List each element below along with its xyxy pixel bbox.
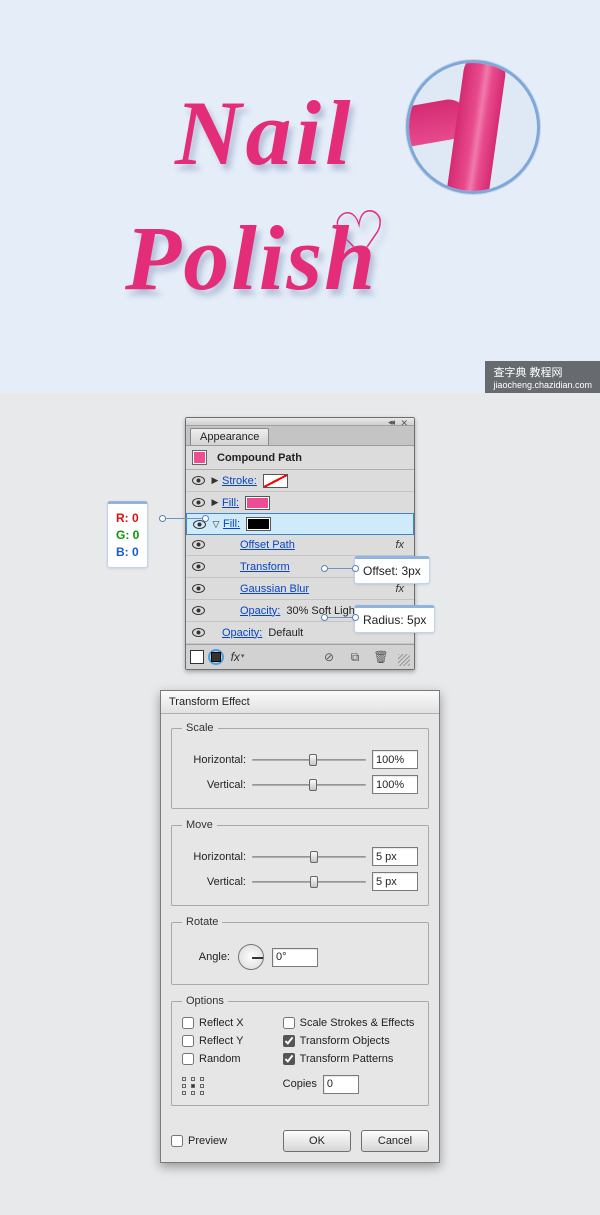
clear-appearance-icon[interactable]: ⊘ (320, 648, 338, 666)
move-horizontal-label: Horizontal: (182, 851, 246, 863)
scale-vertical-slider[interactable] (252, 778, 366, 792)
scale-horizontal-label: Horizontal: (182, 754, 246, 766)
angle-label: Angle: (182, 951, 230, 963)
appearance-title: Compound Path (217, 452, 302, 464)
artwork-preview: Nail ♡ Polish 查字典 教程网 jiaocheng.chazidia… (0, 0, 600, 393)
fill-swatch-black-icon[interactable] (246, 517, 271, 531)
checkbox-transform-objects[interactable]: Transform Objects (283, 1035, 418, 1047)
appearance-footer: fx ⊘ ⧉ 🗑 (186, 644, 414, 669)
appearance-panel-area: R: 0 G: 0 B: 0 Offset: 3px Radius: 5px ◂… (0, 417, 600, 670)
transform-effect-dialog: Transform Effect Scale Horizontal: 100% … (160, 690, 440, 1163)
scale-group: Scale Horizontal: 100% Vertical: 100% (171, 722, 429, 809)
checkbox-transform-patterns[interactable]: Transform Patterns (283, 1053, 418, 1065)
row-fill-2-selected[interactable]: ▽ Fill: (186, 513, 414, 535)
opacity-value: Default (268, 627, 303, 639)
disclosure-icon[interactable]: ▶ (210, 497, 220, 508)
checkbox-reflect-x[interactable]: Reflect X (182, 1017, 279, 1029)
row-fill-1[interactable]: ▶ Fill: (186, 492, 414, 514)
visibility-icon[interactable] (192, 606, 206, 615)
artwork-text-line1: Nail (175, 80, 355, 186)
panel-close-icon[interactable]: ✕ (400, 418, 408, 429)
watermark: 查字典 教程网 jiaocheng.chazidian.com (485, 361, 600, 393)
add-effect-icon[interactable]: fx (228, 648, 246, 666)
row-stroke[interactable]: ▶ Stroke: (186, 470, 414, 492)
checkbox-reflect-y[interactable]: Reflect Y (182, 1035, 279, 1047)
leader-line (325, 617, 355, 618)
scale-horizontal-slider[interactable] (252, 753, 366, 767)
duplicate-icon[interactable]: ⧉ (346, 648, 364, 666)
anchor-point-grid-icon[interactable] (182, 1077, 212, 1097)
opacity-label[interactable]: Opacity: (240, 605, 280, 617)
path-swatch-icon (192, 450, 207, 465)
options-legend: Options (182, 995, 228, 1007)
stroke-swatch-none-icon[interactable] (263, 474, 288, 488)
dialog-title: Transform Effect (161, 691, 439, 714)
options-group: Options Reflect X Scale Strokes & Effect… (171, 995, 429, 1106)
tab-appearance[interactable]: Appearance (190, 428, 269, 445)
leader-line (163, 518, 205, 519)
leader-line (325, 568, 355, 569)
disclosure-icon[interactable]: ▶ (210, 475, 220, 486)
cancel-button[interactable]: Cancel (361, 1130, 429, 1152)
visibility-icon[interactable] (192, 540, 206, 549)
stroke-label[interactable]: Stroke: (222, 475, 257, 487)
copies-label: Copies (283, 1078, 317, 1090)
fill-label[interactable]: Fill: (223, 518, 240, 530)
watermark-url: jiaocheng.chazidian.com (493, 380, 592, 390)
scale-vertical-label: Vertical: (182, 779, 246, 791)
magnifier-detail (406, 60, 540, 194)
effect-offset-path[interactable]: Offset Path (240, 539, 295, 551)
move-legend: Move (182, 819, 217, 831)
fill-label[interactable]: Fill: (222, 497, 239, 509)
move-group: Move Horizontal: 5 px Vertical: 5 px (171, 819, 429, 906)
move-vertical-slider[interactable] (252, 875, 366, 889)
move-vertical-label: Vertical: (182, 876, 246, 888)
rgb-r: R: 0 (116, 510, 139, 527)
fx-indicator[interactable]: fx (395, 539, 404, 551)
rgb-b: B: 0 (116, 544, 139, 561)
callout-radius: Radius: 5px (354, 605, 435, 633)
move-horizontal-input[interactable]: 5 px (372, 847, 418, 866)
rgb-g: G: 0 (116, 527, 139, 544)
checkbox-scale-strokes[interactable]: Scale Strokes & Effects (283, 1017, 418, 1029)
move-vertical-input[interactable]: 5 px (372, 872, 418, 891)
scale-vertical-input[interactable]: 100% (372, 775, 418, 794)
new-fill-icon[interactable] (208, 649, 224, 665)
fx-indicator[interactable]: fx (395, 583, 404, 595)
resize-grip-icon[interactable] (398, 654, 410, 666)
panel-menu-icon[interactable]: ◂◂ (388, 419, 393, 425)
visibility-icon[interactable] (192, 584, 206, 593)
visibility-icon[interactable] (192, 628, 206, 637)
panel-tab-bar: Appearance (186, 426, 414, 446)
appearance-header-row[interactable]: Compound Path (186, 446, 414, 470)
rotate-legend: Rotate (182, 916, 222, 928)
artwork-text-line2: Polish (125, 205, 377, 311)
effect-transform[interactable]: Transform (240, 561, 290, 573)
callout-offset: Offset: 3px (354, 556, 430, 584)
trash-icon[interactable]: 🗑 (372, 648, 390, 666)
row-offset-path[interactable]: Offset Path fx (186, 534, 414, 556)
scale-legend: Scale (182, 722, 218, 734)
visibility-icon[interactable] (192, 498, 206, 507)
angle-dial-icon[interactable] (238, 944, 264, 970)
angle-input[interactable]: 0° (272, 948, 318, 967)
scale-horizontal-input[interactable]: 100% (372, 750, 418, 769)
checkbox-random[interactable]: Random (182, 1053, 279, 1065)
panel-top-bar[interactable]: ◂◂ ✕ (186, 418, 414, 426)
watermark-text: 查字典 教程网 (493, 367, 562, 379)
fill-swatch-pink-icon[interactable] (245, 496, 270, 510)
dialog-footer: Preview OK Cancel (161, 1122, 439, 1162)
visibility-icon[interactable] (192, 476, 206, 485)
rotate-group: Rotate Angle: 0° (171, 916, 429, 985)
callout-rgb: R: 0 G: 0 B: 0 (107, 501, 148, 568)
checkbox-preview[interactable]: Preview (171, 1135, 227, 1147)
disclosure-icon[interactable]: ▽ (211, 519, 221, 530)
move-horizontal-slider[interactable] (252, 850, 366, 864)
visibility-icon[interactable] (192, 562, 206, 571)
new-stroke-icon[interactable] (190, 650, 204, 664)
effect-gaussian-blur[interactable]: Gaussian Blur (240, 583, 309, 595)
opacity-label[interactable]: Opacity: (222, 627, 262, 639)
copies-input[interactable]: 0 (323, 1075, 359, 1094)
ok-button[interactable]: OK (283, 1130, 351, 1152)
